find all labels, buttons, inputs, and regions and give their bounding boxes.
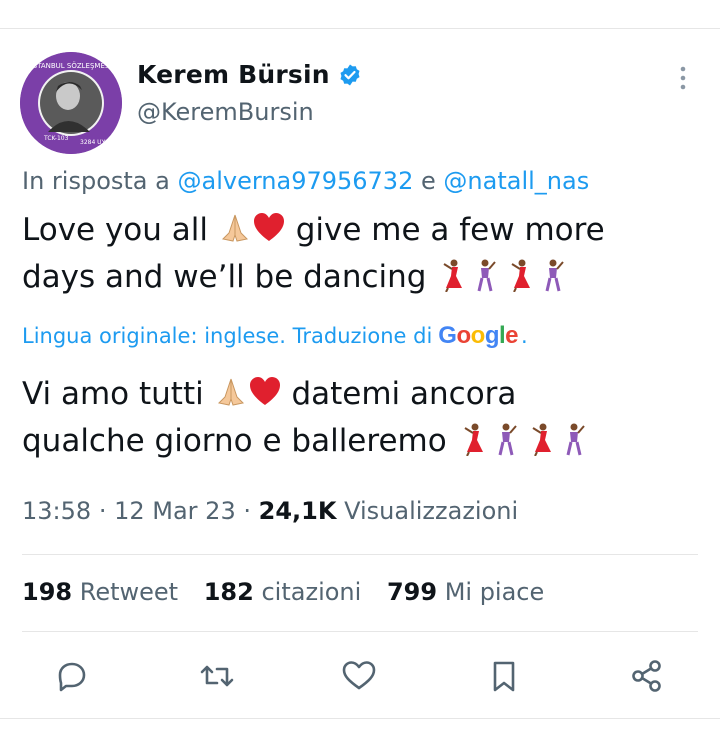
translated-text-part3: qualche giorno e balleremo bbox=[22, 423, 447, 459]
retweet-label: Retweet bbox=[79, 578, 179, 606]
tweet-text-part1: Love you all bbox=[22, 212, 208, 248]
translation-period: . bbox=[521, 324, 528, 348]
tweet-meta: 13:58 · 12 Mar 23 · 24,1K Visualizzazion… bbox=[22, 497, 518, 525]
author-handle[interactable]: @KeremBursin bbox=[137, 98, 314, 126]
google-logo: Google bbox=[438, 322, 519, 349]
reply-mention-2[interactable]: @natall_nas bbox=[443, 167, 589, 195]
translated-text: Vi amo tutti datemi ancora qualche giorn… bbox=[22, 371, 682, 465]
woman-dancing-emoji-icon bbox=[464, 423, 483, 456]
tweet-time[interactable]: 13:58 bbox=[22, 497, 91, 525]
author-name[interactable]: Kerem Bürsin bbox=[137, 60, 330, 89]
verified-badge-icon bbox=[340, 64, 360, 85]
red-heart-emoji-icon bbox=[253, 213, 284, 241]
woman-dancing-emoji-icon bbox=[532, 423, 551, 456]
share-icon[interactable] bbox=[627, 656, 667, 696]
like-icon[interactable] bbox=[339, 656, 379, 696]
retweet-stat[interactable]: 198 Retweet bbox=[22, 578, 178, 606]
tweet-date[interactable]: 12 Mar 23 bbox=[114, 497, 236, 525]
woman-dancing-emoji-icon bbox=[511, 259, 531, 292]
like-count: 799 bbox=[386, 578, 438, 606]
divider bbox=[22, 554, 698, 555]
bottom-divider bbox=[0, 718, 720, 719]
reply-mention-1[interactable]: @alverna97956732 bbox=[177, 167, 413, 195]
meta-separator: · bbox=[98, 497, 107, 525]
views-count: 24,1K bbox=[258, 497, 337, 525]
top-divider bbox=[0, 28, 720, 29]
more-icon[interactable] bbox=[676, 64, 690, 92]
retweet-count: 198 bbox=[22, 578, 73, 606]
translation-note[interactable]: Lingua originale: inglese. Traduzione di… bbox=[22, 322, 528, 350]
retweet-icon[interactable] bbox=[197, 656, 237, 696]
man-dancing-emoji-icon bbox=[566, 423, 585, 456]
folded-hands-emoji-icon bbox=[217, 378, 244, 406]
tweet-text: Love you all give me a few more days and… bbox=[22, 207, 682, 301]
views-label: Visualizzazioni bbox=[344, 497, 519, 525]
folded-hands-emoji-icon bbox=[221, 214, 248, 242]
meta-separator: · bbox=[243, 497, 251, 525]
translated-text-part1: Vi amo tutti bbox=[22, 376, 204, 412]
quote-label: citazioni bbox=[261, 578, 362, 606]
woman-dancing-emoji-icon bbox=[443, 259, 463, 292]
tweet-text-part2: give me a few more bbox=[295, 212, 605, 248]
bookmark-icon[interactable] bbox=[484, 656, 524, 696]
reply-prefix: In risposta a bbox=[22, 167, 170, 195]
translated-text-part2: datemi ancora bbox=[291, 376, 517, 412]
man-dancing-emoji-icon bbox=[477, 259, 497, 292]
quote-stat[interactable]: 182 citazioni bbox=[204, 578, 362, 606]
man-dancing-emoji-icon bbox=[545, 259, 565, 292]
translation-note-text: Lingua originale: inglese. Traduzione di bbox=[22, 324, 433, 348]
engagement-stats: 198 Retweet 182 citazioni 799 Mi piace bbox=[22, 578, 562, 606]
reply-conjunction: e bbox=[421, 167, 436, 195]
svg-text:TCK-103: TCK-103 bbox=[43, 135, 69, 142]
divider bbox=[22, 631, 698, 632]
man-dancing-emoji-icon bbox=[498, 423, 517, 456]
reply-icon[interactable] bbox=[52, 656, 92, 696]
like-stat[interactable]: 799 Mi piace bbox=[387, 578, 544, 606]
author-name-row[interactable]: Kerem Bürsin bbox=[137, 60, 362, 89]
reply-context: In risposta a @alverna97956732 e @natall… bbox=[22, 167, 589, 195]
avatar[interactable]: İSTANBUL SÖZLEŞMESİ TCK-103 3284 UYGULA bbox=[20, 52, 122, 154]
svg-text:İSTANBUL SÖZLEŞMESİ: İSTANBUL SÖZLEŞMESİ bbox=[31, 61, 112, 70]
red-heart-emoji-icon bbox=[249, 377, 280, 405]
svg-text:3284 UYGULA: 3284 UYGULA bbox=[80, 139, 122, 146]
tweet-text-part3: days and we’ll be dancing bbox=[22, 259, 427, 295]
quote-count: 182 bbox=[203, 578, 254, 606]
like-label: Mi piace bbox=[444, 578, 545, 606]
